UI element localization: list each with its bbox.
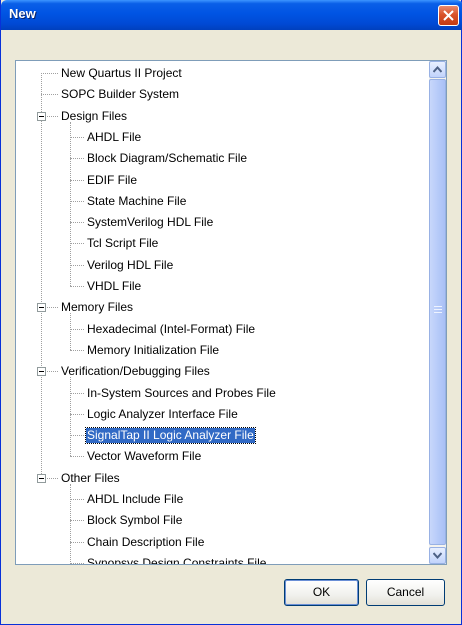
scroll-up-button[interactable]: [429, 61, 446, 78]
tree-item[interactable]: Verilog HDL File: [16, 255, 428, 276]
title-bar[interactable]: New: [1, 0, 462, 30]
tree-item[interactable]: Memory Initialization File: [16, 340, 428, 361]
tree-item-label: SignalTap II Logic Analyzer File: [85, 427, 256, 445]
tree-item[interactable]: SystemVerilog HDL File: [16, 212, 428, 233]
ok-button[interactable]: OK: [284, 579, 359, 606]
tree-item-label: Chain Description File: [87, 534, 205, 549]
tree-item[interactable]: Logic Analyzer Interface File: [16, 404, 428, 425]
collapse-minus-icon[interactable]: [37, 303, 46, 313]
collapse-minus-icon[interactable]: [37, 111, 46, 121]
scrollbar-thumb[interactable]: [429, 79, 446, 545]
close-button[interactable]: [438, 5, 459, 26]
tree-item[interactable]: Block Symbol File: [16, 510, 428, 531]
tree-item-label: VHDL File: [87, 279, 142, 293]
tree-item-label: Hexadecimal (Intel-Format) File: [87, 321, 256, 336]
collapse-minus-icon[interactable]: [37, 473, 46, 483]
tree-item[interactable]: State Machine File: [16, 191, 428, 212]
tree-item[interactable]: Tcl Script File: [16, 233, 428, 254]
tree-item[interactable]: In-System Sources and Probes File: [16, 383, 428, 404]
tree-item[interactable]: Block Diagram/Schematic File: [16, 148, 428, 169]
tree-item[interactable]: Chain Description File: [16, 532, 428, 553]
tree-item-label: Logic Analyzer Interface File: [87, 406, 238, 421]
tree-item[interactable]: EDIF File: [16, 170, 428, 191]
tree-item-label: Tcl Script File: [87, 236, 159, 251]
tree-group[interactable]: Verification/Debugging Files: [16, 361, 428, 382]
tree-item[interactable]: AHDL Include File: [16, 489, 428, 510]
new-dialog: New New Quartus II Project SOPC Builder S…: [0, 0, 462, 625]
collapse-minus-icon[interactable]: [37, 367, 46, 377]
tree-group-label: Design Files: [61, 108, 128, 123]
tree-item-label: Block Symbol File: [87, 513, 183, 528]
tree-item-label: Block Diagram/Schematic File: [87, 151, 248, 166]
vertical-scrollbar[interactable]: [429, 61, 446, 564]
tree-item-label: AHDL Include File: [87, 492, 184, 506]
tree-item-label: Vector Waveform File: [87, 449, 202, 464]
scroll-up-arrow-icon: [433, 66, 442, 73]
tree-group-label: Other Files: [61, 470, 120, 485]
tree-item-label: Synopsys Design Constraints File: [87, 555, 267, 564]
tree-item-label: New Quartus II Project: [61, 66, 182, 80]
tree-group[interactable]: Memory Files: [16, 297, 428, 318]
tree-item[interactable]: Vector Waveform File: [16, 446, 428, 467]
tree-item-label: EDIF File: [87, 172, 138, 187]
scroll-down-arrow-icon: [433, 552, 442, 559]
tree-item-label: SOPC Builder System: [61, 87, 180, 102]
tree-item-label: Verilog HDL File: [87, 257, 174, 272]
tree-group[interactable]: Design Files: [16, 106, 428, 127]
dialog-title: New: [9, 6, 36, 21]
tree-item-label: Memory Initialization File: [87, 342, 220, 357]
tree-item[interactable]: Synopsys Design Constraints File: [16, 553, 428, 564]
tree-item[interactable]: New Quartus II Project: [16, 63, 428, 84]
tree-item[interactable]: SOPC Builder System: [16, 84, 428, 105]
tree-item-label: In-System Sources and Probes File: [87, 385, 276, 400]
tree-item[interactable]: VHDL File: [16, 276, 428, 297]
tree-group[interactable]: Other Files: [16, 468, 428, 489]
tree-item-label: State Machine File: [87, 193, 187, 208]
tree-view[interactable]: New Quartus II Project SOPC Builder Syste…: [16, 61, 428, 564]
tree-item-label: SystemVerilog HDL File: [87, 215, 214, 230]
file-type-tree[interactable]: New Quartus II Project SOPC Builder Syste…: [15, 60, 447, 565]
tree-item-label: AHDL File: [87, 129, 142, 144]
tree-item[interactable]: AHDL File: [16, 127, 428, 148]
tree-group-label: Verification/Debugging Files: [61, 364, 210, 379]
tree-item[interactable]: Hexadecimal (Intel-Format) File: [16, 319, 428, 340]
tree-group-label: Memory Files: [61, 300, 134, 315]
close-icon: [443, 10, 454, 21]
cancel-button[interactable]: Cancel: [366, 579, 445, 606]
scroll-down-button[interactable]: [429, 547, 446, 564]
tree-item[interactable]: SignalTap II Logic Analyzer File: [16, 425, 428, 446]
